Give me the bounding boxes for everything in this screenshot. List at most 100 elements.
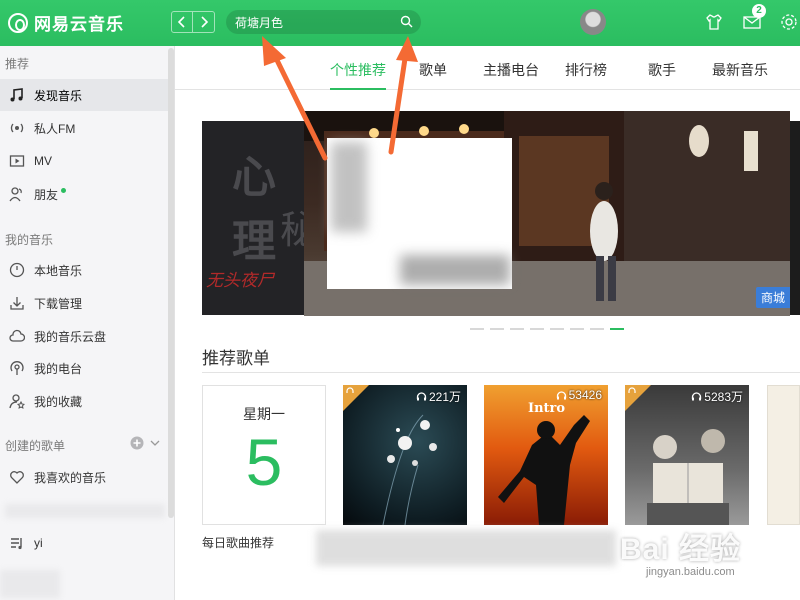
chevron-left-icon (177, 16, 185, 28)
app-logo[interactable]: 网易云音乐 (8, 10, 124, 35)
banner-dot[interactable] (490, 328, 504, 330)
tab-radio[interactable]: 主播电台 (483, 60, 539, 80)
tab-artists[interactable]: 歌手 (648, 60, 676, 80)
user-avatar[interactable] (580, 9, 606, 35)
play-count-value: 5283万 (704, 390, 743, 404)
gear-icon[interactable] (778, 11, 800, 33)
playlist-card[interactable]: 221万 (343, 385, 467, 525)
banner-dot[interactable] (550, 328, 564, 330)
sidebar: 推荐 发现音乐 私人FM MV 朋友 我的音乐 本地音乐 下载管理 我的音乐云盘… (0, 46, 175, 600)
discover-tabs: 个性推荐 歌单 主播电台 排行榜 歌手 最新音乐 (175, 46, 800, 90)
daily-day-number: 5 (245, 425, 283, 499)
tab-charts[interactable]: 排行榜 (565, 60, 607, 80)
play-count-value: 221万 (428, 390, 461, 404)
sidebar-item-cloud-disk[interactable]: 我的音乐云盘 (0, 320, 168, 352)
star-user-icon (8, 392, 26, 410)
blurred-playlist (5, 504, 165, 518)
watermark-main: Bai 经验 (620, 533, 742, 566)
tab-personalized[interactable]: 个性推荐 (330, 60, 386, 80)
sidebar-item-label: 本地音乐 (34, 263, 83, 278)
podcast-icon (8, 359, 26, 377)
sidebar-item-label: yi (34, 536, 43, 550)
forward-button[interactable] (193, 11, 215, 33)
sidebar-item-friends[interactable]: 朋友 (0, 178, 168, 210)
headphones-icon (692, 392, 702, 401)
playlist-card-partial[interactable] (767, 385, 800, 525)
section-created-playlists: 创建的歌单 (5, 439, 66, 453)
play-count: 5283万 (691, 388, 743, 405)
history-nav (171, 11, 215, 33)
disc-icon (8, 261, 26, 279)
banner-dot[interactable] (510, 328, 524, 330)
watermark-url: jingyan.baidu.com (646, 566, 735, 578)
sidebar-item-label: 我喜欢的音乐 (34, 470, 107, 485)
search-input[interactable] (235, 10, 395, 34)
shirt-icon[interactable] (703, 11, 725, 33)
section-recommend: 推荐 (5, 57, 30, 71)
banner-slide-next[interactable] (790, 121, 800, 315)
sidebar-item-label: 我的音乐云盘 (34, 329, 107, 344)
sidebar-item-personal-fm[interactable]: 私人FM (0, 112, 168, 144)
play-count-value: 53426 (568, 388, 602, 402)
sidebar-item-label: 朋友 (34, 187, 59, 202)
chevron-right-icon (200, 16, 208, 28)
app-title: 网易云音乐 (34, 15, 124, 34)
section-divider (202, 372, 800, 373)
sidebar-item-liked-music[interactable]: 我喜欢的音乐 (0, 461, 168, 493)
daily-weekday: 星期一 (243, 406, 285, 422)
playlist-card[interactable]: Intro 53426 (484, 385, 608, 525)
netease-logo-icon (8, 12, 28, 33)
add-playlist-icon[interactable] (130, 436, 144, 450)
daily-recommend-card[interactable]: 星期一 5 (202, 385, 326, 525)
download-icon (8, 294, 26, 312)
sidebar-item-label: MV (34, 154, 52, 168)
music-note-icon (8, 86, 26, 104)
play-count: 221万 (416, 388, 461, 405)
play-count: 53426 (556, 388, 602, 402)
search-box (226, 10, 421, 34)
banner-left-title-2: 秘 (280, 208, 304, 252)
tab-new-music[interactable]: 最新音乐 (712, 60, 768, 80)
sidebar-item-playlist-yi[interactable]: yi (0, 527, 168, 559)
headset-mark-icon (628, 387, 636, 393)
banner-dot[interactable] (470, 328, 484, 330)
tab-playlists[interactable]: 歌单 (419, 60, 447, 80)
section-my-music: 我的音乐 (5, 233, 54, 247)
cloud-icon (8, 327, 26, 345)
playlist-card[interactable]: 5283万 (625, 385, 749, 525)
sidebar-item-local-music[interactable]: 本地音乐 (0, 254, 168, 286)
headphones-icon (556, 390, 566, 399)
banner-dot[interactable] (610, 328, 624, 330)
sidebar-item-downloads[interactable]: 下载管理 (0, 287, 168, 319)
back-button[interactable] (171, 11, 193, 33)
blurred-player-art (0, 570, 60, 598)
active-tab-indicator (330, 88, 386, 90)
sidebar-item-mv[interactable]: MV (0, 145, 168, 177)
banner-dot[interactable] (570, 328, 584, 330)
sidebar-item-label: 发现音乐 (34, 88, 83, 103)
banner-dot[interactable] (590, 328, 604, 330)
redaction-blur (331, 142, 367, 232)
sidebar-scrollbar[interactable] (168, 48, 174, 518)
message-count-badge: 2 (752, 4, 766, 18)
sidebar-item-label: 我的电台 (34, 361, 83, 376)
banner-pagination (470, 328, 630, 330)
shop-tag[interactable]: 商城 (755, 287, 790, 308)
banner-dot[interactable] (530, 328, 544, 330)
headset-mark-icon (346, 387, 354, 393)
sidebar-item-discover-music[interactable]: 发现音乐 (0, 79, 168, 111)
sidebar-item-my-radio[interactable]: 我的电台 (0, 352, 168, 384)
banner-slide-previous[interactable]: 心理 秘 无头夜尸 (202, 121, 304, 315)
baidu-jingyan-watermark: Bai 经验 jingyan.baidu.com (620, 520, 798, 592)
search-icon[interactable] (400, 15, 413, 28)
sidebar-item-label: 私人FM (34, 121, 76, 136)
playlist-icon (8, 534, 26, 552)
redaction-blur (400, 255, 510, 285)
video-icon (8, 152, 26, 170)
sidebar-item-my-collection[interactable]: 我的收藏 (0, 385, 168, 417)
chevron-down-icon[interactable] (148, 436, 162, 450)
new-activity-dot (61, 187, 67, 193)
daily-card-caption[interactable]: 每日歌曲推荐 (202, 534, 274, 551)
radio-icon (8, 119, 26, 137)
top-bar: 网易云音乐 2 (0, 0, 800, 46)
